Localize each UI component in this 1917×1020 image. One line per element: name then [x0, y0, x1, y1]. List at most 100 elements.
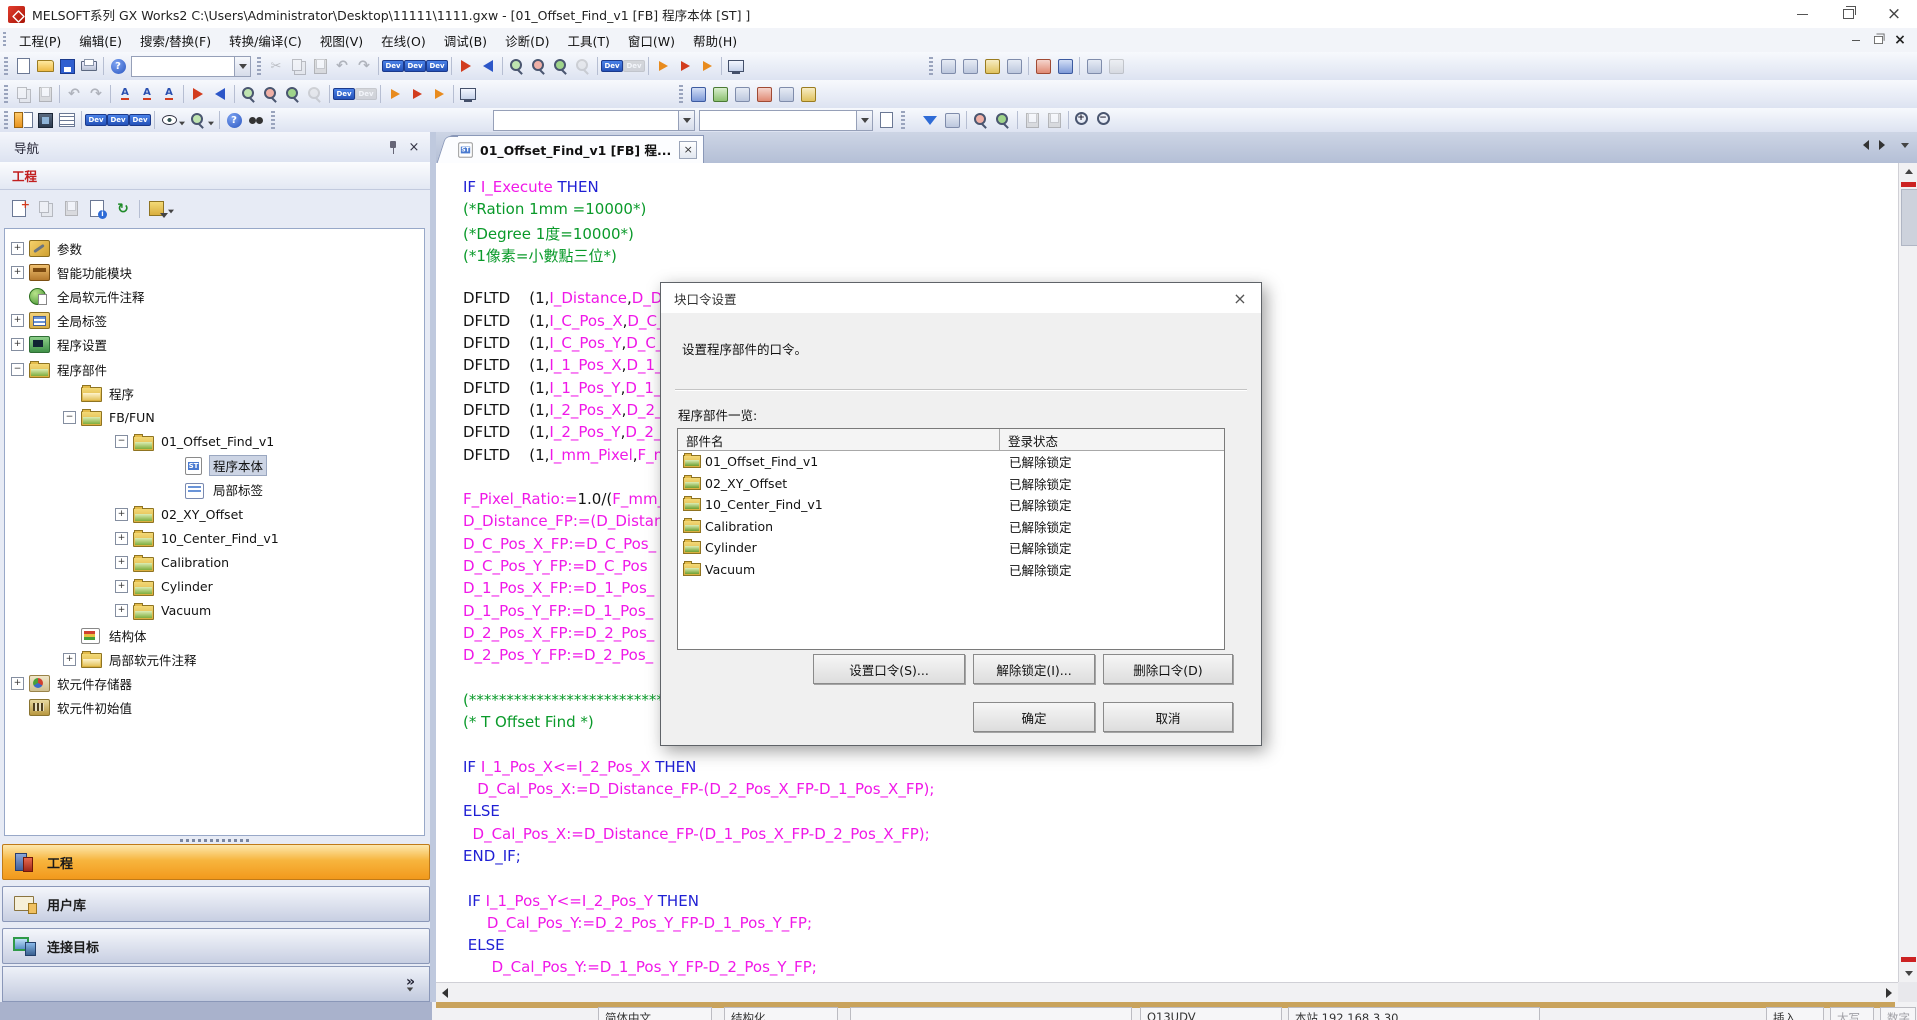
- tree-item-全局标签[interactable]: +全局标签: [5, 309, 424, 333]
- quick-search-combobox[interactable]: [131, 56, 251, 77]
- collapse-icon[interactable]: −: [11, 363, 24, 376]
- watch-2-icon[interactable]: [1106, 56, 1126, 76]
- tree-item-局部软元件注释[interactable]: +局部软元件注释: [5, 647, 424, 671]
- copy-data-icon[interactable]: [33, 198, 57, 220]
- tree-item-01_Offset_Find_v1[interactable]: −01_Offset_Find_v1: [5, 430, 424, 454]
- mdi-minimize-button[interactable]: [1845, 31, 1867, 49]
- expand-icon[interactable]: +: [115, 532, 128, 545]
- find-contact-icon[interactable]: [305, 84, 325, 104]
- set-password-button[interactable]: 设置口令(S)...: [813, 654, 965, 684]
- window-minimize-button[interactable]: [1779, 0, 1825, 28]
- component-row-01_Offset_Find_v1[interactable]: 01_Offset_Find_v1已解除锁定: [678, 451, 1224, 473]
- nav-stack-连接目标[interactable]: 连接目标: [2, 928, 430, 964]
- tree-item-程序部件[interactable]: − 程序部件: [5, 357, 424, 381]
- st-window-icon[interactable]: [942, 110, 962, 130]
- text-mode-3-icon[interactable]: [159, 84, 179, 104]
- save-project-icon[interactable]: [57, 56, 77, 76]
- horizontal-scrollbar[interactable]: [436, 982, 1898, 1002]
- tree-item-label[interactable]: Cylinder: [157, 578, 217, 595]
- expand-icon[interactable]: +: [11, 677, 24, 690]
- collapse-icon[interactable]: −: [115, 435, 128, 448]
- tree-item-程序[interactable]: 程序: [5, 381, 424, 405]
- tree-item-参数[interactable]: + 参数: [5, 236, 424, 260]
- tree-item-Cylinder[interactable]: +Cylinder: [5, 575, 424, 599]
- tree-item-label[interactable]: 程序部件: [53, 359, 111, 380]
- device-display-menu-icon[interactable]: [159, 110, 179, 130]
- tree-item-label[interactable]: 全局标签: [53, 310, 111, 331]
- menu-视图[interactable]: 视图(V): [311, 28, 372, 53]
- menu-工程[interactable]: 工程(P): [10, 28, 70, 53]
- expand-icon[interactable]: +: [11, 242, 24, 255]
- device-comment-icon[interactable]: [383, 56, 403, 76]
- pc-diagnostics-icon[interactable]: [458, 84, 478, 104]
- device-test-on-icon[interactable]: [602, 56, 622, 76]
- transfer-write-icon[interactable]: [188, 84, 208, 104]
- st-tool-5-icon[interactable]: [776, 84, 796, 104]
- tree-item-label[interactable]: 10_Center_Find_v1: [157, 530, 283, 547]
- find-combo-dropdown-button[interactable]: [856, 111, 872, 130]
- menu-窗口[interactable]: 窗口(W): [619, 28, 684, 53]
- collapse-icon[interactable]: −: [63, 411, 76, 424]
- exec-step-2-icon[interactable]: [407, 84, 427, 104]
- st-tool-4-icon[interactable]: [754, 84, 774, 104]
- tab-program-body[interactable]: 01_Offset_Find_v1 [FB] 程... ×: [448, 135, 704, 163]
- tree-item-程序本体[interactable]: 程序本体: [5, 454, 424, 478]
- monitor-stop-icon[interactable]: [529, 56, 549, 76]
- remote-operation-icon[interactable]: [726, 56, 746, 76]
- monitor-pause-icon[interactable]: [573, 56, 593, 76]
- clipboard-1-icon[interactable]: [1022, 110, 1042, 130]
- refresh-view-icon[interactable]: [111, 198, 135, 220]
- component-row-Vacuum[interactable]: Vacuum已解除锁定: [678, 559, 1224, 581]
- device-find-menu-icon[interactable]: [188, 110, 208, 130]
- navigation-close-button[interactable]: ×: [404, 139, 424, 155]
- find-detail-icon[interactable]: [876, 110, 896, 130]
- tree-item-label[interactable]: Calibration: [157, 554, 233, 571]
- st-filter-icon[interactable]: [920, 110, 940, 130]
- tree-item-label[interactable]: 02_XY_Offset: [157, 506, 247, 523]
- component-row-02_XY_Offset[interactable]: 02_XY_Offset已解除锁定: [678, 473, 1224, 495]
- help-2-icon[interactable]: [224, 110, 244, 130]
- tree-item-label[interactable]: 参数: [53, 238, 86, 259]
- tree-item-label[interactable]: 软元件初始值: [53, 697, 136, 718]
- device-comment-list-icon[interactable]: [86, 110, 106, 130]
- tree-item-label[interactable]: 结构体: [105, 625, 151, 646]
- tree-item-02_XY_Offset[interactable]: +02_XY_Offset: [5, 502, 424, 526]
- tree-item-10_Center_Find_v1[interactable]: +10_Center_Find_v1: [5, 526, 424, 550]
- nav-stack-工程[interactable]: 工程: [2, 844, 430, 880]
- transfer-read-icon[interactable]: [210, 84, 230, 104]
- expand-icon[interactable]: +: [11, 338, 24, 351]
- st-tool-1-icon[interactable]: [688, 84, 708, 104]
- watch-1-icon[interactable]: [1084, 56, 1104, 76]
- redo-edit-icon[interactable]: [86, 84, 106, 104]
- unlock-button[interactable]: 解除锁定(I)...: [973, 654, 1095, 684]
- sort-order-icon[interactable]: [144, 198, 168, 220]
- nav-splitter-handle[interactable]: [0, 836, 430, 844]
- tree-item-FB/FUN[interactable]: −FB/FUN: [5, 405, 424, 429]
- read-from-plc-icon[interactable]: [478, 56, 498, 76]
- delete-password-button[interactable]: 删除口令(D): [1103, 654, 1233, 684]
- step-continue-icon[interactable]: [697, 56, 717, 76]
- cut-icon[interactable]: [266, 56, 286, 76]
- redo-icon[interactable]: [354, 56, 374, 76]
- pin-icon[interactable]: [384, 139, 400, 155]
- scroll-left-button[interactable]: [436, 984, 454, 1002]
- tree-item-软元件存储器[interactable]: +软元件存储器: [5, 671, 424, 695]
- tree-item-label[interactable]: 智能功能模块: [53, 262, 136, 283]
- cancel-button[interactable]: 取消: [1103, 702, 1233, 732]
- menu-搜索/替换[interactable]: 搜索/替换(F): [131, 28, 220, 53]
- column-header-name[interactable]: 部件名: [678, 429, 1000, 450]
- menu-帮助[interactable]: 帮助(H): [684, 28, 746, 53]
- window-restore-button[interactable]: [1825, 0, 1871, 28]
- jump-source-icon[interactable]: [1033, 56, 1053, 76]
- help-icon[interactable]: [108, 56, 128, 76]
- quick-search-dropdown-button[interactable]: [234, 57, 250, 76]
- find-combo-combobox[interactable]: [699, 110, 873, 131]
- ladder-edit-3-icon[interactable]: [982, 56, 1002, 76]
- zoom-in-icon[interactable]: [1073, 110, 1093, 130]
- device-display-menu-dropdown-icon[interactable]: [179, 121, 185, 125]
- device-find-menu-dropdown-icon[interactable]: [208, 121, 214, 125]
- scroll-right-button[interactable]: [1880, 984, 1898, 1002]
- column-header-status[interactable]: 登录状态: [1000, 429, 1224, 450]
- copy-icon[interactable]: [288, 56, 308, 76]
- ladder-edit-2-icon[interactable]: [960, 56, 980, 76]
